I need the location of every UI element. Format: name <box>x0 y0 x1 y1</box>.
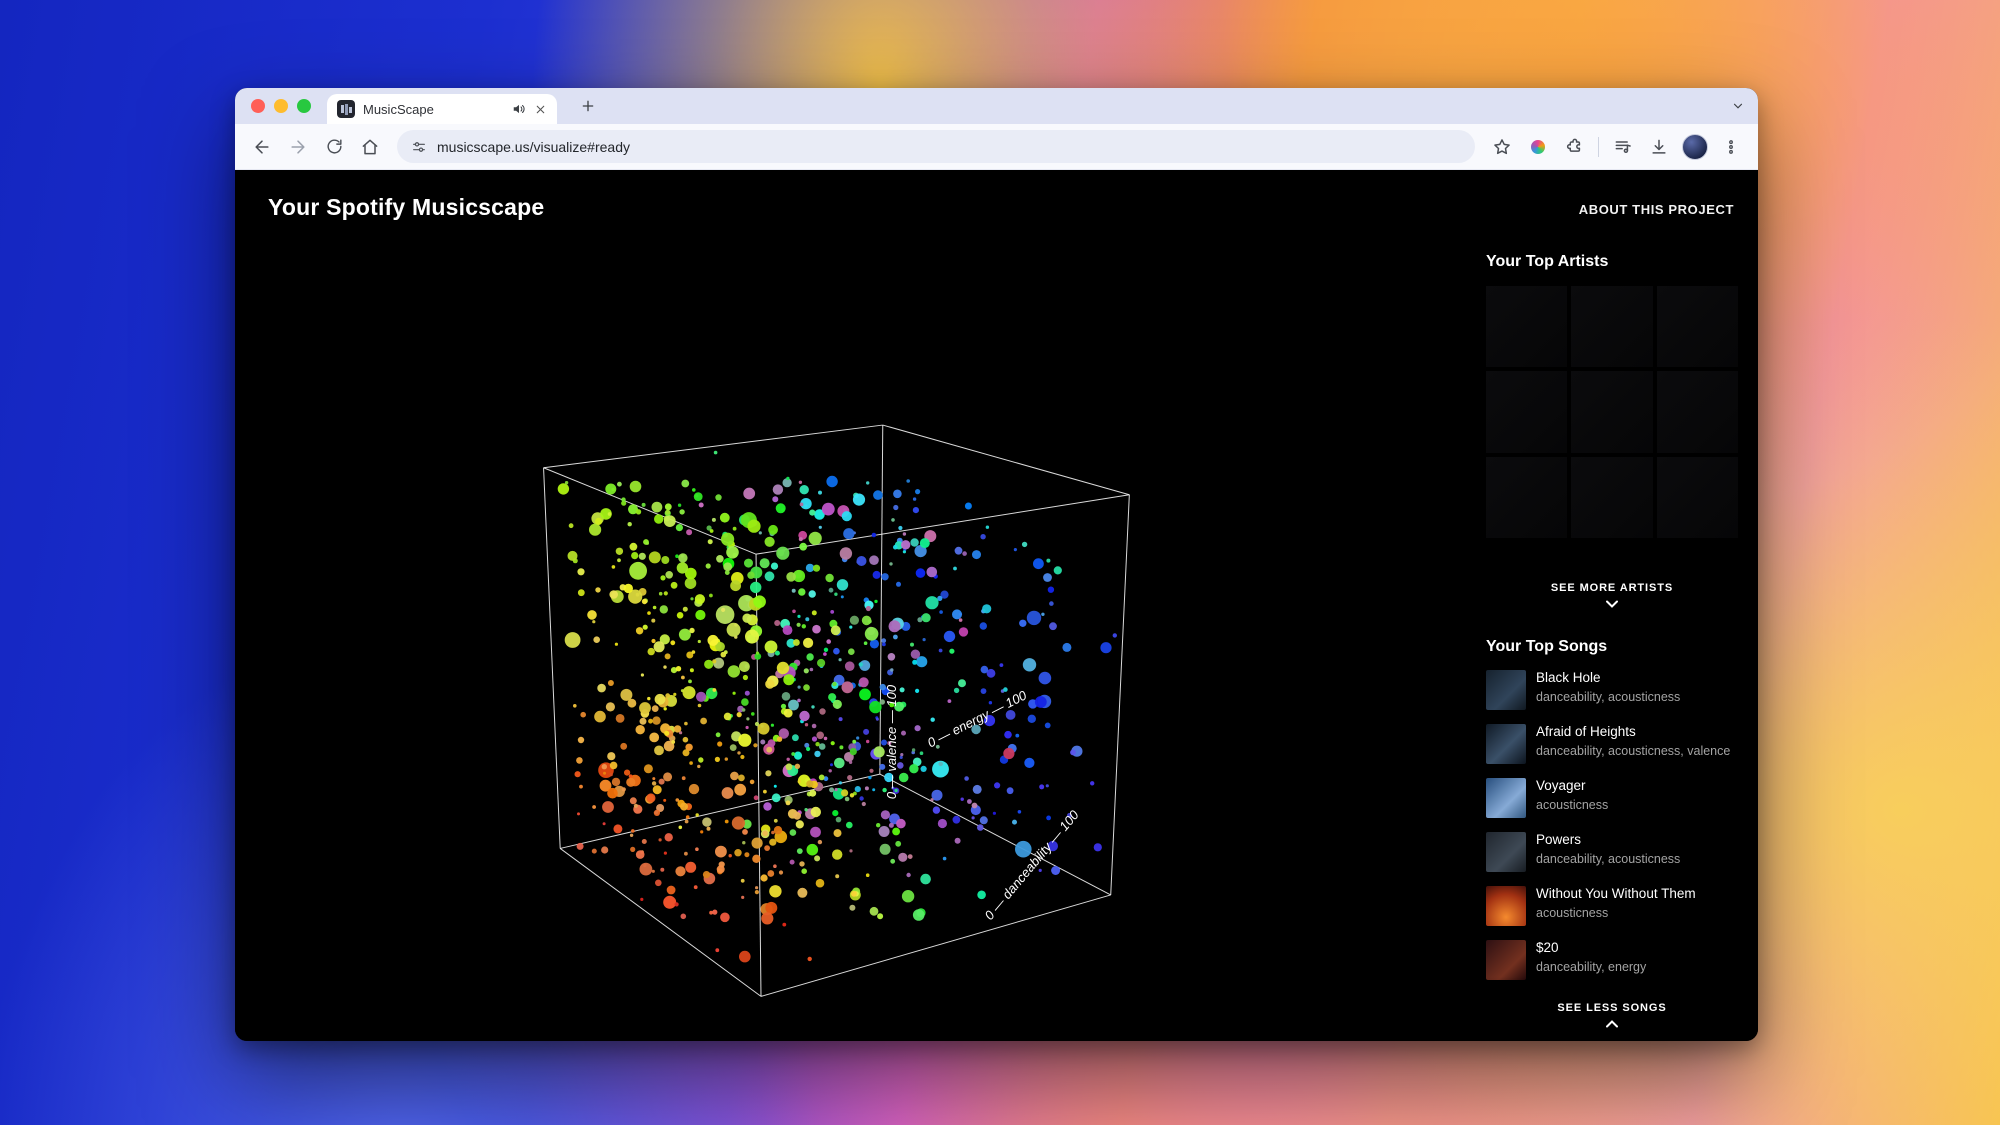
song-features: acousticness <box>1536 905 1609 920</box>
top-songs-heading: Your Top Songs <box>1486 638 1608 655</box>
album-art <box>1486 832 1526 872</box>
downloads-icon[interactable] <box>1642 130 1676 164</box>
see-more-artists-button[interactable]: SEE MORE ARTISTS <box>1486 582 1738 608</box>
chevron-up-icon <box>1606 1019 1618 1028</box>
artist-tile[interactable] <box>1656 286 1739 368</box>
see-less-songs-label: SEE LESS SONGS <box>1557 1002 1667 1014</box>
artist-tile[interactable] <box>1656 456 1739 539</box>
song-features: danceability, acousticness, valence <box>1536 743 1731 758</box>
song-title: Afraid of Heights <box>1536 724 1636 739</box>
window-controls <box>251 99 311 113</box>
browser-tab-strip: MusicScape <box>235 88 1758 124</box>
song-title: Without You Without Them <box>1536 886 1696 901</box>
song-row[interactable]: Powers danceability, acousticness <box>1486 832 1738 872</box>
page-content: 0 — valence — 100 0 — energy — 100 0 — dan… <box>235 170 1758 1041</box>
artist-tile[interactable] <box>1486 371 1568 453</box>
extension-pinwheel-icon[interactable] <box>1521 130 1555 164</box>
song-features: danceability, energy <box>1536 959 1647 974</box>
song-row[interactable]: Afraid of Heights danceability, acoustic… <box>1486 724 1738 764</box>
browser-tab-musicscape[interactable]: MusicScape <box>327 94 557 124</box>
tab-favicon <box>337 100 355 118</box>
sidebar: Your Top Artists SEE MORE ARTISTS Your T… <box>1486 170 1739 1041</box>
song-title: Black Hole <box>1536 670 1601 685</box>
artist-tile[interactable] <box>1656 371 1739 453</box>
artist-tile[interactable] <box>1486 456 1568 539</box>
song-title: $20 <box>1536 940 1559 955</box>
song-features: danceability, acousticness <box>1536 851 1681 866</box>
see-less-songs-button[interactable]: SEE LESS SONGS <box>1486 1002 1738 1028</box>
new-tab-button[interactable] <box>575 93 601 119</box>
toolbar-divider <box>1598 136 1599 157</box>
album-art <box>1486 886 1526 926</box>
reload-button[interactable] <box>317 130 351 164</box>
address-bar[interactable]: musicscape.us/visualize#ready <box>397 130 1475 163</box>
song-row[interactable]: Without You Without Them acousticness <box>1486 886 1738 926</box>
bookmark-star-icon[interactable] <box>1485 130 1519 164</box>
chevron-down-icon <box>1606 599 1618 608</box>
url-text[interactable]: musicscape.us/visualize#ready <box>437 139 630 155</box>
tab-audio-icon[interactable] <box>512 102 526 116</box>
axis-label: 0 — energy — 100 <box>925 687 1030 750</box>
page-title: Your Spotify Musicscape <box>268 194 545 220</box>
forward-button[interactable] <box>281 130 315 164</box>
artist-tile[interactable] <box>1571 456 1653 539</box>
song-title: Powers <box>1536 832 1582 847</box>
top-songs-list: Black Hole danceability, acousticness Af… <box>1486 670 1738 980</box>
artist-tile[interactable] <box>1571 371 1653 453</box>
site-settings-icon[interactable] <box>411 139 427 155</box>
close-window-button[interactable] <box>251 99 265 113</box>
song-title: Voyager <box>1536 778 1586 793</box>
album-art <box>1486 940 1526 980</box>
browser-window: MusicScape musicscape.us/visualize#ready… <box>235 88 1758 1041</box>
tab-close-icon[interactable] <box>534 103 547 116</box>
song-row[interactable]: $20 danceability, energy <box>1486 940 1738 980</box>
tab-title: MusicScape <box>363 101 434 117</box>
extensions-puzzle-icon[interactable] <box>1557 130 1591 164</box>
axis-label: 0 — danceability — 100 <box>981 807 1082 923</box>
desktop-wallpaper: MusicScape musicscape.us/visualize#ready… <box>0 0 2000 1125</box>
home-button[interactable] <box>353 130 387 164</box>
artist-tile[interactable] <box>1571 286 1653 368</box>
minimize-window-button[interactable] <box>274 99 288 113</box>
media-controls-icon[interactable] <box>1606 130 1640 164</box>
song-features: acousticness <box>1536 797 1609 812</box>
album-art <box>1486 724 1526 764</box>
song-row[interactable]: Black Hole danceability, acousticness <box>1486 670 1738 710</box>
menu-kebab-icon[interactable] <box>1714 130 1748 164</box>
see-more-artists-label: SEE MORE ARTISTS <box>1550 582 1674 594</box>
zoom-window-button[interactable] <box>297 99 311 113</box>
song-features: danceability, acousticness <box>1536 689 1681 704</box>
back-button[interactable] <box>245 130 279 164</box>
song-row[interactable]: Voyager acousticness <box>1486 778 1738 818</box>
artist-tile[interactable] <box>1486 286 1568 368</box>
top-artists-heading: Your Top Artists <box>1486 253 1609 270</box>
top-artists-grid <box>1486 286 1739 539</box>
tab-search-chevron-icon[interactable] <box>1726 94 1750 118</box>
profile-avatar[interactable] <box>1678 130 1712 164</box>
axis-label: 0 — valence — 100 <box>884 684 899 799</box>
browser-toolbar: musicscape.us/visualize#ready <box>235 124 1758 170</box>
album-art <box>1486 778 1526 818</box>
album-art <box>1486 670 1526 710</box>
